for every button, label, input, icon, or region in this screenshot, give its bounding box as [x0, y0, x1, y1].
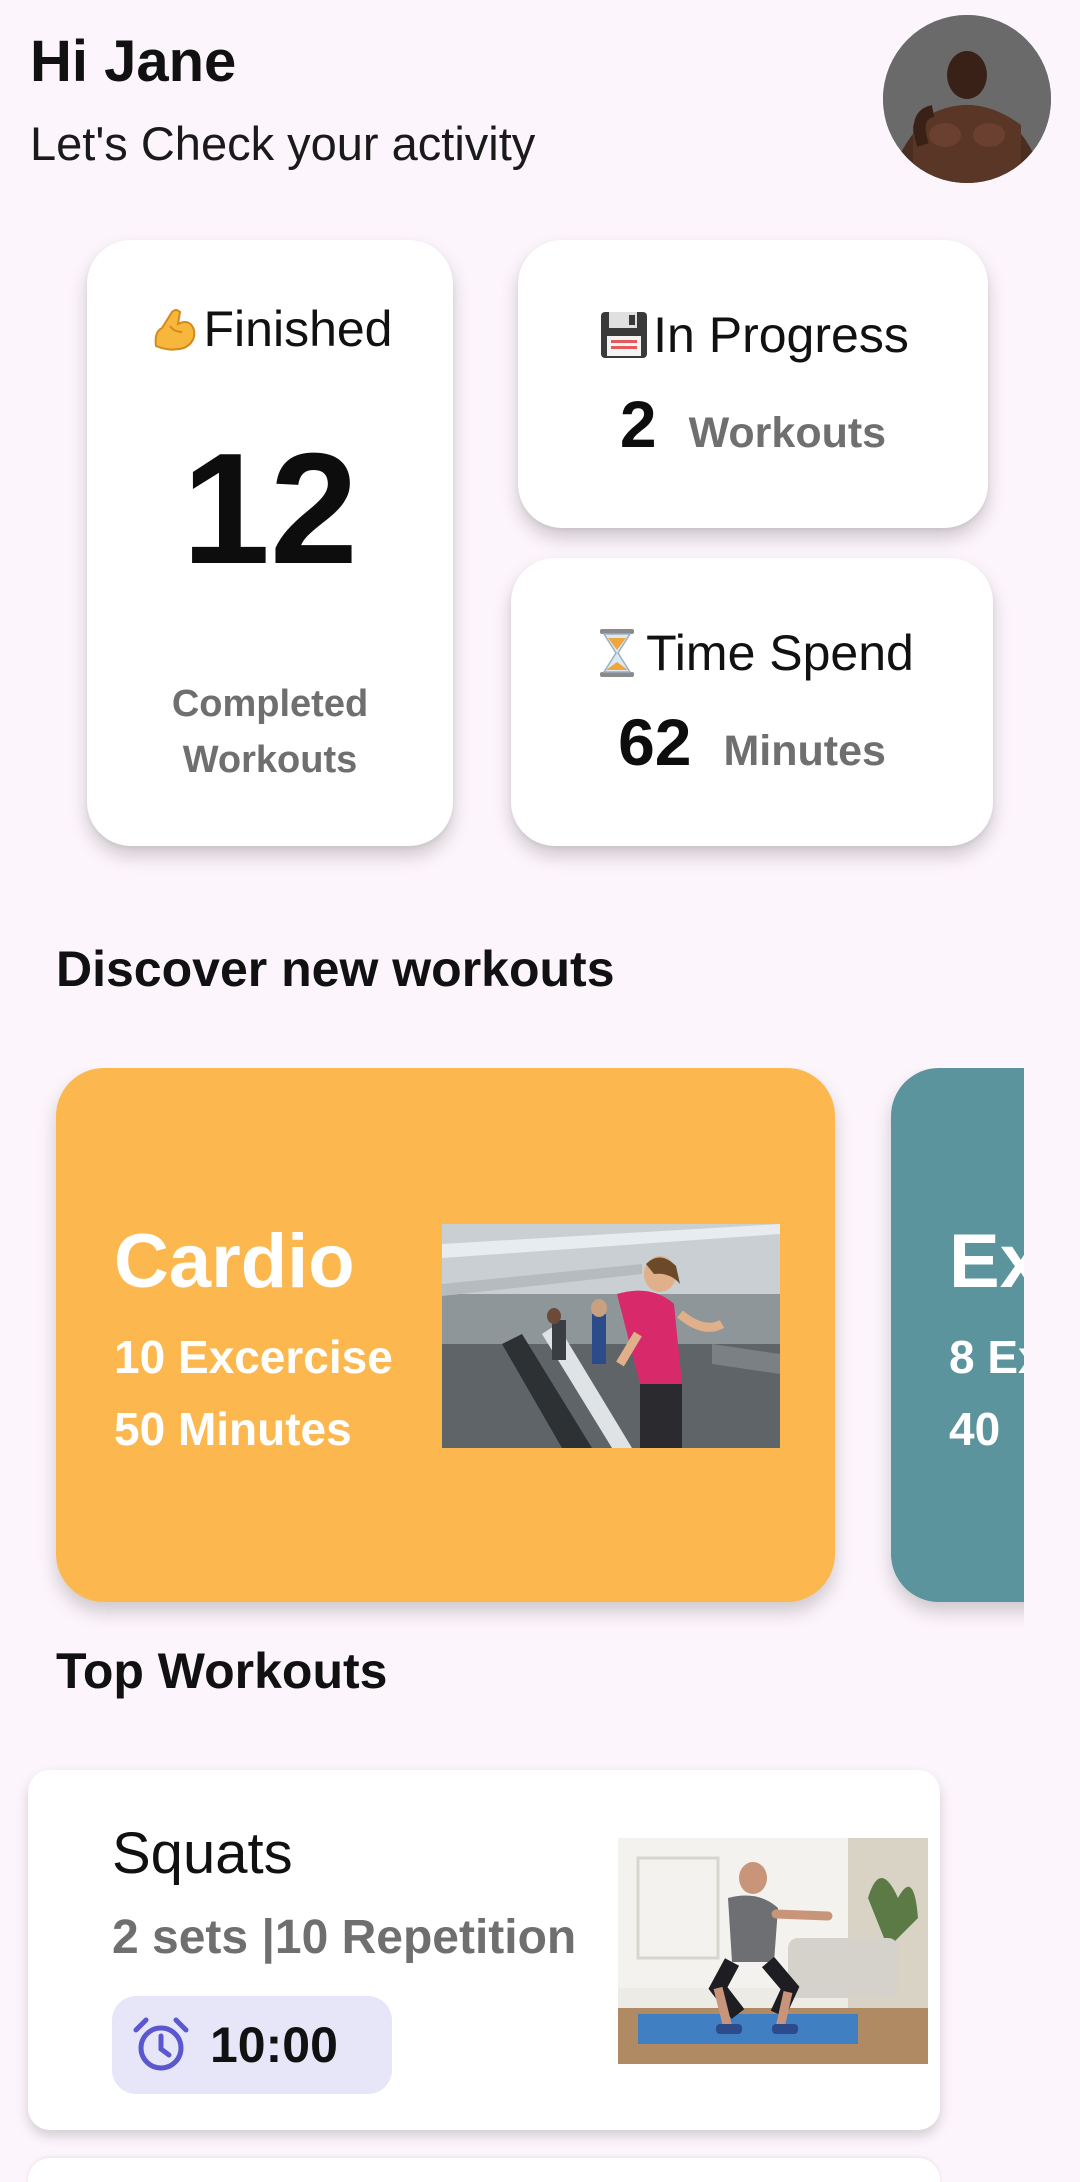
finished-card[interactable]: Finished 12 Completed Workouts: [87, 240, 453, 846]
finished-footer-line2: Workouts: [182, 739, 358, 781]
finished-footer-line1: Completed: [171, 683, 369, 725]
flexed-biceps-icon: [148, 302, 202, 356]
time-spend-value: 62: [618, 705, 692, 779]
discover-heading: Discover new workouts: [56, 941, 615, 997]
user-avatar-icon: [883, 15, 1051, 183]
floppy-disk-icon: [597, 308, 651, 362]
top-workout-card-next[interactable]: [28, 2158, 940, 2182]
in-progress-card[interactable]: In Progress 2 Workouts: [518, 240, 988, 528]
top-workout-details: 2 sets |10 Repetition: [112, 1911, 577, 1964]
greeting-subtitle: Let's Check your activity: [30, 117, 536, 170]
greeting-title: Hi Jane: [30, 29, 237, 94]
workout-card-exercises: 8 Ex: [949, 1331, 1024, 1383]
workout-card-title: Ex: [949, 1219, 1024, 1304]
workout-card-exercises: 10 Excercise: [114, 1331, 393, 1383]
top-workout-name: Squats: [112, 1821, 293, 1886]
timer-chip[interactable]: 10:00: [112, 1996, 392, 2094]
cardio-photo: [442, 1224, 780, 1448]
alarm-clock-icon: [133, 2017, 189, 2071]
time-spend-card[interactable]: Time Spend 62 Minutes: [511, 558, 993, 846]
top-workout-card-squats[interactable]: Squats 2 sets |10 Repetition 10:00: [28, 1770, 940, 2130]
finished-footer: Completed Workouts: [87, 676, 453, 788]
workout-card-second[interactable]: Ex 8 Ex 40: [891, 1068, 1024, 1602]
timer-duration: 10:00: [210, 2017, 338, 2073]
hourglass-icon: [590, 626, 644, 680]
time-spend-unit: Minutes: [723, 727, 886, 775]
finished-title: Finished: [203, 301, 393, 357]
workout-card-title: Cardio: [114, 1219, 355, 1304]
finished-count: 12: [182, 421, 358, 597]
workout-carousel[interactable]: Cardio 10 Excercise 50 Minutes Ex 8 E 40: [0, 1068, 1024, 1628]
time-spend-title: Time Spend: [646, 625, 914, 681]
squats-photo: [618, 1838, 928, 2064]
avatar[interactable]: [883, 15, 1051, 183]
in-progress-unit: Workouts: [688, 409, 887, 457]
top-workouts-heading: Top Workouts: [56, 1643, 388, 1699]
workout-card-minutes: 50 Minutes: [114, 1403, 352, 1455]
in-progress-count: 2: [619, 387, 657, 461]
workout-card-minutes: 40: [949, 1403, 1001, 1455]
in-progress-title: In Progress: [653, 307, 909, 363]
workout-card-cardio[interactable]: Cardio 10 Excercise 50 Minutes: [56, 1068, 835, 1602]
